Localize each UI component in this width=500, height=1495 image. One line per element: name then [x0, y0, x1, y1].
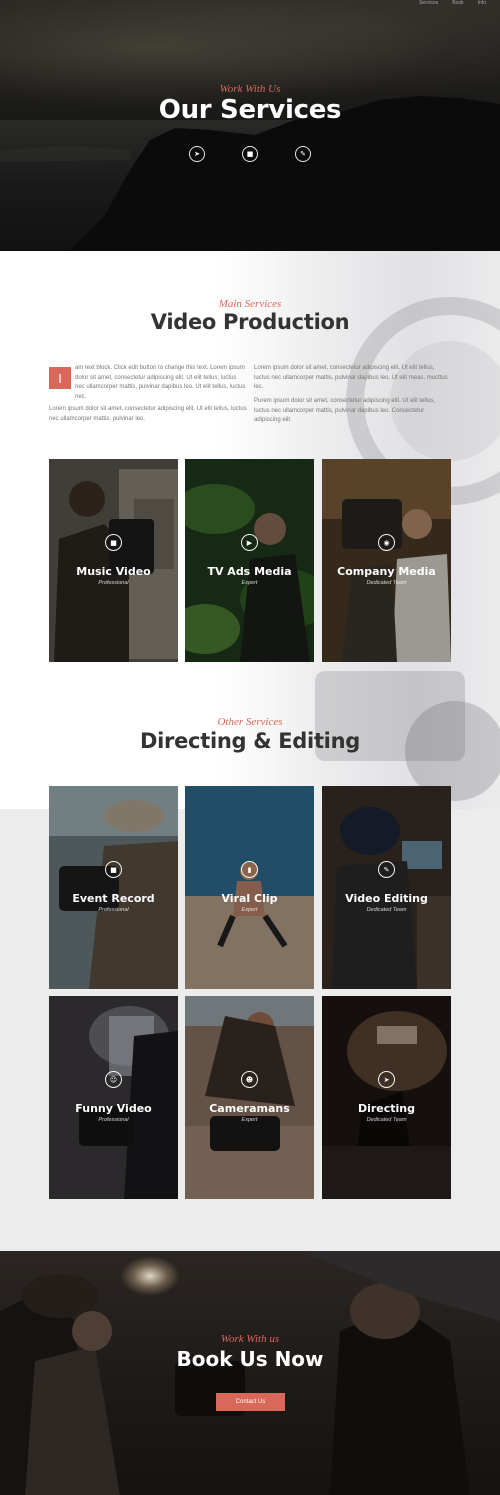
megaphone-icon: ➤ — [378, 1071, 395, 1088]
hero-title: Our Services — [158, 95, 342, 125]
service-card-viral-clip[interactable]: ▮ Viral Clip Expert — [185, 786, 314, 989]
card-title: Viral Clip — [221, 892, 278, 905]
hero-icon-row: ➤ ■ ✎ — [0, 146, 500, 162]
card-subtitle: Expert — [241, 1117, 258, 1123]
contact-us-button[interactable]: Contact Us — [216, 1393, 285, 1411]
other-services-subtitle: Other Services — [217, 716, 283, 728]
mobile-icon: ▮ — [241, 861, 258, 878]
card-subtitle: Dedicated Team — [366, 1117, 407, 1123]
nav-item-services[interactable]: Services — [419, 0, 438, 6]
smile-icon: ☺ — [105, 1071, 122, 1088]
service-card-video-editing[interactable]: ✎ Video Editing Dedicated Team — [322, 786, 451, 989]
nav-item-book[interactable]: Book — [452, 0, 463, 6]
main-services-title: Video Production — [150, 310, 350, 334]
nav-item-info[interactable]: Info — [478, 0, 486, 6]
text-col-2-p2: Purem ipsum dolor sit amet, consectetur … — [254, 398, 436, 423]
pencil-icon: ✎ — [378, 861, 395, 878]
card-subtitle: Dedicated Team — [366, 907, 407, 913]
service-card-company-media[interactable]: ◉ Company Media Dedicated Team — [322, 459, 451, 662]
megaphone-icon[interactable]: ➤ — [189, 146, 205, 162]
hero-section: Services Book Info Work With Us Our Serv… — [0, 0, 500, 251]
dropcap: I — [49, 367, 71, 389]
card-title: Music Video — [76, 565, 151, 578]
book-background-image — [0, 1251, 500, 1495]
video-camera-icon: ■ — [105, 861, 122, 878]
card-title: Funny Video — [75, 1102, 152, 1115]
play-icon: ▶ — [241, 534, 258, 551]
service-card-tv-ads-media[interactable]: ▶ TV Ads Media Expert — [185, 459, 314, 662]
card-subtitle: Professional — [98, 907, 129, 913]
service-card-funny-video[interactable]: ☺ Funny Video Professional — [49, 996, 178, 1199]
service-card-music-video[interactable]: ■ Music Video Professional — [49, 459, 178, 662]
video-camera-icon[interactable]: ■ — [242, 146, 258, 162]
book-title: Book Us Now — [176, 1347, 324, 1371]
service-card-directing[interactable]: ➤ Directing Dedicated Team — [322, 996, 451, 1199]
card-subtitle: Professional — [98, 580, 129, 586]
card-subtitle: Expert — [241, 907, 258, 913]
service-card-cameramans[interactable]: ☻ Cameramans Expert — [185, 996, 314, 1199]
text-col-1-p2: Lorem ipsum dolor sit amet, consectetur … — [49, 406, 247, 422]
card-title: TV Ads Media — [207, 565, 292, 578]
hero-cliff-silhouette — [0, 96, 500, 251]
card-title: Directing — [357, 1102, 416, 1115]
other-services-title: Directing & Editing — [140, 729, 360, 753]
card-subtitle: Dedicated Team — [366, 580, 407, 586]
pencil-icon[interactable]: ✎ — [295, 146, 311, 162]
text-col-2-p1: Lorem ipsum dolor sit amet, consectetur … — [254, 365, 448, 390]
top-nav: Services Book Info — [419, 0, 486, 6]
book-us-section: Work With us Book Us Now Contact Us — [0, 1251, 500, 1495]
book-subtitle: Work With us — [220, 1333, 280, 1345]
card-title: Video Editing — [345, 892, 428, 905]
user-camera-icon: ☻ — [241, 1071, 258, 1088]
card-title: Cameramans — [209, 1102, 290, 1115]
studio-light — [120, 1256, 180, 1296]
video-camera-icon: ■ — [105, 534, 122, 551]
eye-icon: ◉ — [378, 534, 395, 551]
card-title: Event Record — [72, 892, 155, 905]
card-subtitle: Expert — [241, 580, 258, 586]
text-col-1-p1: am text block. Click edit button to chan… — [75, 365, 246, 400]
card-title: Company Media — [337, 565, 436, 578]
service-card-event-record[interactable]: ■ Event Record Professional — [49, 786, 178, 989]
card-subtitle: Professional — [98, 1117, 129, 1123]
hero-subtitle: Work With Us — [219, 83, 281, 95]
main-services-subtitle: Main Services — [218, 298, 282, 310]
